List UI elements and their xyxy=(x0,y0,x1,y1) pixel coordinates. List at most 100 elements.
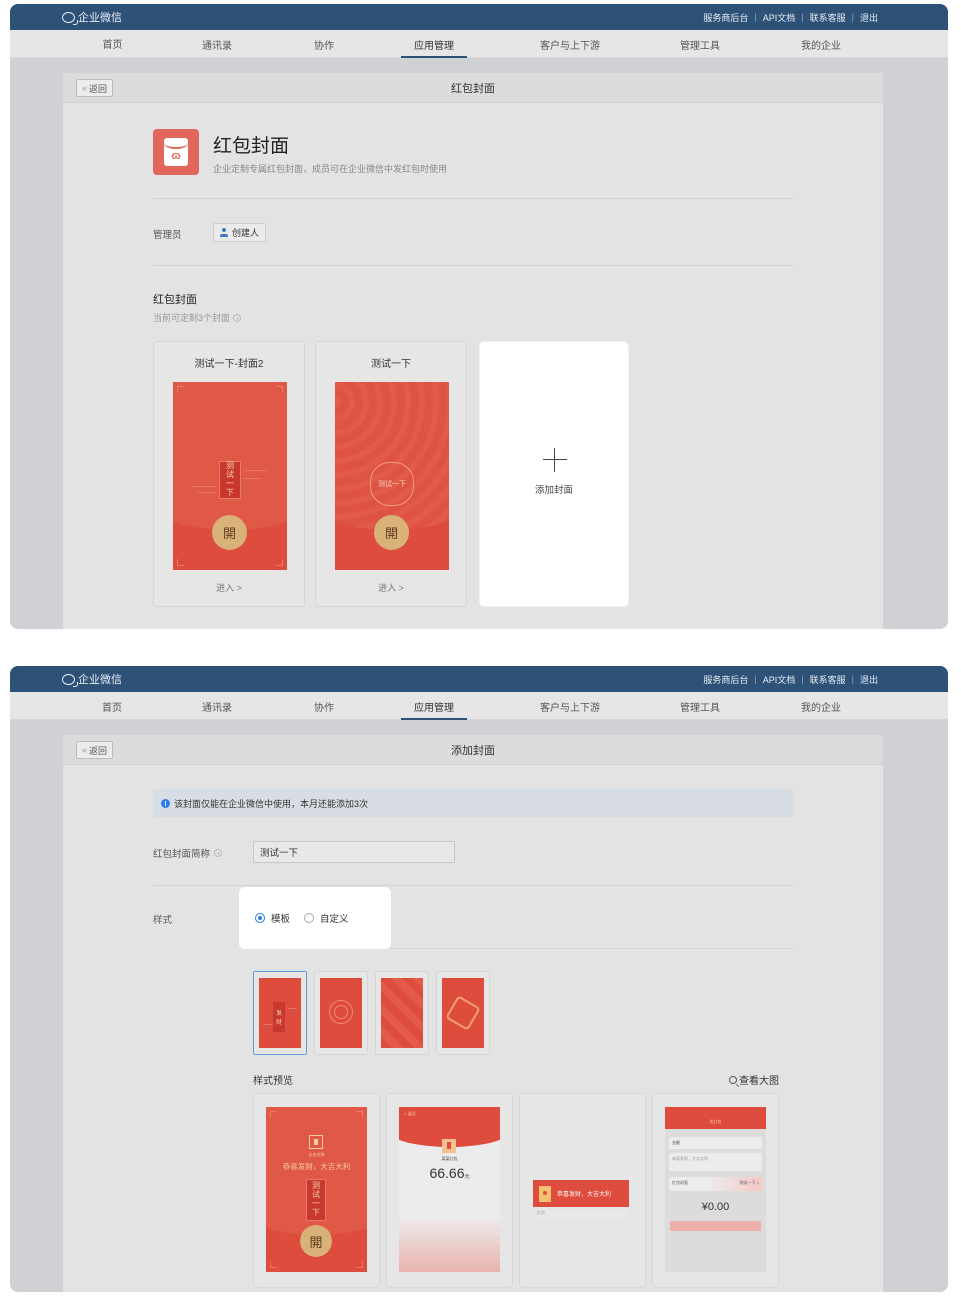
nav-app-management[interactable]: 应用管理 xyxy=(394,692,474,720)
preview-row: 恭喜发财，大吉大利 xyxy=(669,1153,762,1171)
divider xyxy=(391,948,793,949)
cover-name: 测试一下-封面2 xyxy=(194,359,264,370)
open-seal-icon: 開 xyxy=(300,1225,332,1257)
logo[interactable]: 企业微信 xyxy=(62,9,122,25)
template-thumb[interactable]: 发财 xyxy=(253,971,307,1055)
view-large-link[interactable]: 查看大图 xyxy=(729,1072,779,1087)
back-label: 返回 xyxy=(89,83,108,94)
enter-link[interactable]: 进入 > xyxy=(154,581,304,594)
back-label: 返回 xyxy=(89,745,108,756)
info-icon[interactable] xyxy=(233,313,242,322)
divider xyxy=(153,885,793,886)
app-header: 红包封面 企业定制专属红包封面，成员可在企业微信中发红包时使用 xyxy=(153,129,447,175)
avatar-icon xyxy=(442,1139,456,1153)
top-links: 服务商后台 | API文档 | 联系客服 | 退出 xyxy=(703,11,878,24)
link-contact-support[interactable]: 联系客服 xyxy=(810,11,846,24)
nav-admin-tools[interactable]: 管理工具 xyxy=(660,692,740,720)
bubble-footer: 红包 xyxy=(535,1210,627,1218)
template-thumb[interactable] xyxy=(375,971,429,1055)
nav-customers[interactable]: 客户与上下游 xyxy=(520,30,620,58)
template-thumb[interactable] xyxy=(314,971,368,1055)
radio-unchecked-icon xyxy=(304,913,315,923)
zoom-in-icon xyxy=(729,1075,737,1084)
radio-checked-icon xyxy=(255,913,265,923)
bubble-text: 恭喜发财，大吉大利 xyxy=(557,1192,612,1198)
double-chevron-left-icon: « xyxy=(82,745,88,755)
back-button[interactable]: « 返回 xyxy=(76,79,114,97)
link-api-docs[interactable]: API文档 xyxy=(763,11,796,24)
open-seal-icon: 開 xyxy=(212,515,247,550)
nav-collaboration[interactable]: 协作 xyxy=(284,30,364,58)
style-label: 样式 xyxy=(153,915,173,926)
panel-title: 添加封面 xyxy=(451,744,495,757)
add-cover-card[interactable]: 添加封面 xyxy=(479,341,629,607)
cover-name-input[interactable]: 测试一下 xyxy=(253,841,455,863)
cover-envelope-image: 测 试 一 下 開 xyxy=(173,382,287,570)
cover-vertical-title: 测 试 一 下 xyxy=(219,461,241,499)
logo-text: 企业微信 xyxy=(78,12,122,24)
wecom-logo-icon xyxy=(62,11,78,25)
divider: | xyxy=(801,12,804,22)
view-large-label: 查看大图 xyxy=(739,1076,779,1087)
section-subtitle: 当前可定制3个封面 xyxy=(153,311,242,324)
preview-card-send-form: 发红包 金额 恭喜发财，大吉大利 红包封面 测试一下 > ¥0.00 xyxy=(652,1093,779,1288)
logo-text: 企业微信 xyxy=(78,674,122,686)
preview-vertical-title: 测 试 一 下 xyxy=(306,1179,326,1221)
link-service-provider[interactable]: 服务商后台 xyxy=(703,11,748,24)
admin-chip[interactable]: 创建人 xyxy=(213,223,267,242)
red-envelope-icon xyxy=(539,1185,551,1202)
nav-collaboration[interactable]: 协作 xyxy=(284,692,364,720)
nav-customers[interactable]: 客户与上下游 xyxy=(520,692,620,720)
preview-sender: 企业名称 xyxy=(308,1152,325,1157)
cover-card[interactable]: 测试一下 测试一下 開 进入 > xyxy=(315,341,467,607)
link-logout[interactable]: 退出 xyxy=(860,11,878,24)
main-nav: 首页 通讯录 协作 应用管理 客户与上下游 管理工具 我的企业 xyxy=(10,30,948,58)
nav-my-enterprise[interactable]: 我的企业 xyxy=(781,30,861,58)
link-service-provider[interactable]: 服务商后台 xyxy=(703,673,748,686)
logo[interactable]: 企业微信 xyxy=(62,671,122,687)
red-envelope-app-icon xyxy=(153,129,199,175)
enter-link[interactable]: 进入 > xyxy=(316,581,466,594)
cover-badge-text: 测试一下 xyxy=(370,462,414,506)
cover-card[interactable]: 测试一下-封面2 测 试 一 下 開 进入 > xyxy=(153,341,305,607)
radio-custom[interactable]: 自定义 xyxy=(304,911,349,925)
quota-text: 当前可定制3个封面 xyxy=(153,313,231,323)
nav-contacts[interactable]: 通讯录 xyxy=(177,692,257,720)
nav-contacts[interactable]: 通讯录 xyxy=(177,30,257,58)
template-thumb[interactable] xyxy=(436,971,490,1055)
radio-template[interactable]: 模板 xyxy=(255,911,290,925)
admin-label: 管理员 xyxy=(153,230,182,241)
panel-header: « 返回 添加封面 xyxy=(63,735,883,765)
style-radio-group: 模板 自定义 xyxy=(239,887,391,949)
preview-row: 金额 xyxy=(669,1137,762,1149)
double-chevron-left-icon: « xyxy=(82,83,88,93)
panel-title: 红包封面 xyxy=(451,82,495,95)
info-icon[interactable] xyxy=(214,849,223,857)
add-cover-label: 添加封面 xyxy=(534,485,573,496)
person-icon xyxy=(220,228,228,237)
screenshot-red-envelope-cover: 企业微信 服务商后台 | API文档 | 联系客服 | 退出 首页 通讯录 协作 应用… xyxy=(10,4,948,629)
preview-card-chat-bubble: 恭喜发财，大吉大利 红包 xyxy=(519,1093,646,1288)
nav-my-enterprise[interactable]: 我的企业 xyxy=(781,692,861,720)
back-button[interactable]: « 返回 xyxy=(76,741,114,759)
panel-header: « 返回 红包封面 xyxy=(63,73,883,103)
divider: | xyxy=(851,12,854,22)
content-panel: « 返回 红包封面 红包封面 企业定制专属红包封面，成员可在企业微信中发红包时使… xyxy=(63,73,883,629)
preview-label: 样式预览 xyxy=(253,1076,293,1087)
screenshot-add-cover: 企业微信 服务商后台 | API文档 | 联系客服 | 退出 首页 通讯录 协作 应用… xyxy=(10,666,948,1292)
divider xyxy=(153,198,793,199)
link-logout[interactable]: 退出 xyxy=(860,673,878,686)
preview-send-button xyxy=(670,1221,761,1231)
name-field-label: 红包封面简称 xyxy=(153,846,223,860)
divider: | xyxy=(801,674,804,684)
nav-home[interactable]: 首页 xyxy=(72,692,152,720)
divider: | xyxy=(754,12,757,22)
nav-admin-tools[interactable]: 管理工具 xyxy=(660,30,740,58)
preview-amount: 66.66元 xyxy=(429,1165,470,1181)
admin-value: 创建人 xyxy=(232,228,260,238)
nav-app-management[interactable]: 应用管理 xyxy=(394,30,474,58)
preview-card-envelope: 企业名称 恭喜发财，大吉大利 测 试 一 下 開 xyxy=(253,1093,380,1288)
section-title: 红包封面 xyxy=(153,294,197,306)
link-api-docs[interactable]: API文档 xyxy=(763,673,796,686)
link-contact-support[interactable]: 联系客服 xyxy=(810,673,846,686)
